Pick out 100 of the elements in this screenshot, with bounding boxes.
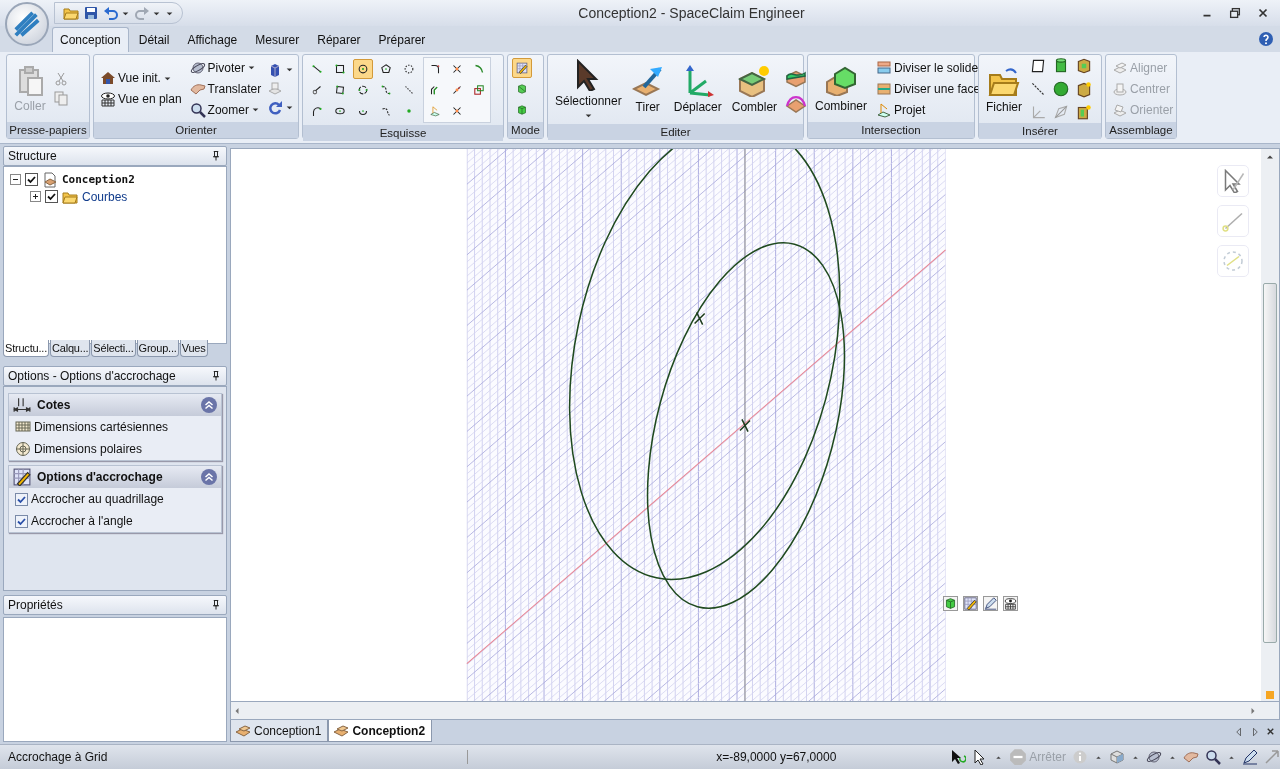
box-star-icon bbox=[738, 65, 771, 97]
pull-button[interactable]: Tirer bbox=[628, 63, 667, 116]
panel-tab[interactable]: Group... bbox=[136, 340, 179, 357]
ribbon-tab[interactable]: Détail bbox=[130, 27, 178, 52]
restore-icon[interactable] bbox=[1228, 6, 1242, 20]
panel-tab[interactable]: Sélecti... bbox=[91, 340, 136, 357]
close-icon[interactable] bbox=[1265, 726, 1276, 737]
checkbox-label[interactable]: Accrocher à l'angle bbox=[31, 514, 133, 528]
grid-icon bbox=[15, 419, 31, 435]
sphere-icon[interactable] bbox=[1052, 80, 1070, 98]
caret-icon bbox=[246, 63, 256, 72]
shell-icon[interactable] bbox=[1075, 57, 1093, 75]
file-button[interactable]: Fichier bbox=[983, 62, 1025, 116]
checkbox[interactable] bbox=[25, 173, 38, 186]
pin-icon[interactable] bbox=[210, 150, 222, 162]
group-label: Mode bbox=[508, 122, 543, 138]
magnifier-icon[interactable] bbox=[1205, 749, 1221, 765]
panel-tab[interactable]: Vues bbox=[179, 340, 208, 357]
pin-icon[interactable] bbox=[210, 599, 222, 611]
panel-title: Structure bbox=[8, 149, 57, 163]
cursor-coordinates: x=-89,0000 y=67,0000 bbox=[715, 750, 838, 764]
center-mark bbox=[739, 418, 751, 433]
sketch-mode-icon[interactable] bbox=[963, 596, 978, 611]
checkbox[interactable] bbox=[15, 514, 28, 528]
circle-tool-icon[interactable] bbox=[353, 59, 373, 79]
panel-tab[interactable]: Calqu... bbox=[50, 340, 91, 357]
checkbox[interactable] bbox=[45, 190, 58, 203]
ribbon-button[interactable]: Zoomer bbox=[187, 100, 264, 119]
help-icon[interactable] bbox=[1258, 31, 1274, 47]
ribbon-tab[interactable]: Mesurer bbox=[247, 27, 308, 52]
solid-mode-icon[interactable] bbox=[943, 596, 958, 611]
ribbon-tab[interactable]: Conception bbox=[52, 27, 129, 52]
document-tab[interactable]: Conception1 bbox=[230, 720, 329, 742]
magnifier-icon bbox=[189, 101, 206, 118]
shell-star-icon[interactable] bbox=[1075, 80, 1093, 98]
ellipse-curve[interactable] bbox=[568, 149, 841, 581]
view-cube-icon[interactable] bbox=[1109, 749, 1125, 765]
ribbon-tab[interactable]: Affichage bbox=[179, 27, 246, 52]
option-link[interactable]: Dimensions polaires bbox=[34, 442, 143, 456]
scrollbar-thumb[interactable] bbox=[1263, 283, 1277, 643]
pointer-icon[interactable] bbox=[950, 749, 967, 765]
ribbon-tab[interactable]: Réparer bbox=[309, 27, 369, 52]
panel-tab[interactable]: Structu... bbox=[3, 340, 50, 357]
group-label: Assemblage bbox=[1106, 122, 1176, 138]
group-label: Orienter bbox=[94, 122, 298, 138]
select-line-tool-icon[interactable] bbox=[1217, 165, 1249, 197]
ribbon-button[interactable]: Vue init. bbox=[98, 69, 184, 87]
orient-icon bbox=[1112, 101, 1128, 118]
move-button[interactable]: Déplacer bbox=[670, 63, 725, 116]
checkbox-label[interactable]: Accrocher au quadrillage bbox=[31, 492, 164, 506]
caret-icon[interactable] bbox=[285, 103, 295, 112]
tree-item[interactable]: Courbes bbox=[82, 189, 128, 204]
ellipse-curve[interactable] bbox=[646, 242, 846, 609]
expand-icon[interactable] bbox=[30, 191, 41, 202]
ribbon-button[interactable]: Pivoter bbox=[187, 58, 264, 77]
document-tab[interactable]: Conception2 bbox=[328, 720, 433, 742]
caret-icon bbox=[250, 105, 260, 114]
select-button[interactable]: Sélectionner bbox=[552, 57, 625, 122]
rotate-icon[interactable] bbox=[267, 99, 284, 116]
checkbox[interactable] bbox=[15, 492, 28, 506]
eye-grid-icon[interactable] bbox=[1003, 596, 1018, 611]
polar-grid-icon bbox=[15, 441, 31, 457]
orbit-icon[interactable] bbox=[1146, 749, 1162, 765]
status-message: Accrochage à Grid bbox=[8, 750, 468, 764]
caret-icon[interactable] bbox=[285, 65, 295, 74]
pencil-icon[interactable] bbox=[1242, 749, 1258, 765]
ribbon-button[interactable]: Diviser le solide bbox=[874, 58, 983, 77]
ribbon-button[interactable]: Projet bbox=[874, 100, 983, 119]
door-star-icon[interactable] bbox=[1075, 103, 1093, 121]
combine-button[interactable]: Combiner bbox=[812, 62, 871, 115]
eye-grid-icon bbox=[100, 91, 116, 107]
group-label: Insérer bbox=[979, 123, 1101, 139]
folder-icon[interactable] bbox=[63, 5, 79, 21]
hand-icon[interactable] bbox=[1183, 749, 1199, 765]
panel-title: Propriétés bbox=[8, 598, 63, 612]
panel-title: Options - Options d'accrochage bbox=[8, 369, 176, 383]
ribbon-button[interactable]: Vue en plan bbox=[98, 90, 184, 108]
sketch-mode-icon[interactable] bbox=[512, 57, 532, 78]
pin-icon[interactable] bbox=[210, 370, 222, 382]
group-label: Intersection bbox=[808, 122, 974, 138]
axis-icon[interactable] bbox=[1029, 80, 1047, 98]
option-link[interactable]: Dimensions cartésiennes bbox=[34, 420, 169, 434]
ruler-icon bbox=[13, 396, 31, 414]
save-icon[interactable] bbox=[83, 5, 99, 21]
plane-icon[interactable] bbox=[1029, 57, 1047, 75]
close-icon[interactable] bbox=[1256, 6, 1270, 20]
undo-icon[interactable] bbox=[103, 5, 119, 21]
house-icon bbox=[100, 70, 116, 86]
document-icon bbox=[42, 171, 58, 188]
ribbon-tab[interactable]: Préparer bbox=[370, 27, 434, 52]
ribbon-button[interactable]: Translater bbox=[187, 79, 264, 98]
pencil-icon[interactable] bbox=[983, 596, 998, 611]
collapse-icon[interactable] bbox=[10, 174, 21, 185]
caret-icon bbox=[583, 111, 593, 120]
bricks-icon bbox=[235, 722, 251, 739]
tree-item[interactable]: Conception2 bbox=[62, 173, 135, 186]
window-title: Conception2 - SpaceClaim Engineer bbox=[577, 5, 806, 21]
fill-button[interactable]: Combler bbox=[728, 63, 781, 116]
orbit-icon bbox=[189, 59, 206, 76]
center-icon bbox=[1112, 80, 1128, 97]
